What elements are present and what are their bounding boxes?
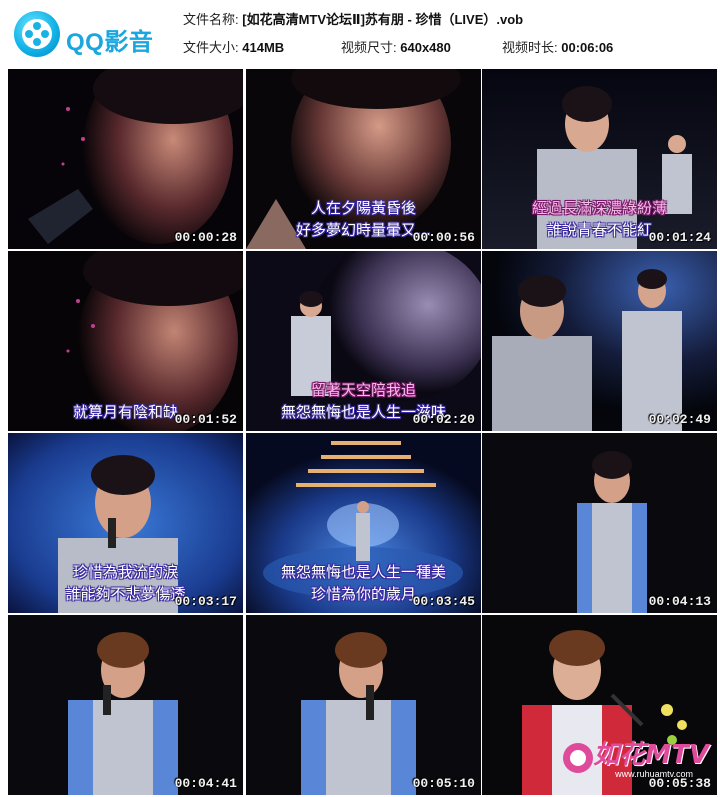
thumbnail[interactable]: 人在夕陽黃昏後 好多夢幻時量暈又… 00:00:56 — [246, 69, 481, 249]
file-name-label: 文件名称: — [183, 12, 239, 27]
thumbnail-timestamp: 00:05:38 — [648, 776, 711, 791]
thumbnail[interactable]: 00:00:28 — [8, 69, 243, 249]
thumbnail-timestamp: 00:03:17 — [174, 594, 237, 609]
thumbnail-timestamp: 00:01:52 — [174, 412, 237, 427]
app-logo-text: QQ影音 — [66, 29, 154, 56]
watermark-logo-icon — [563, 743, 593, 773]
thumbnail[interactable]: 如花MTV www.ruhuamtv.com 00:05:38 — [482, 615, 717, 795]
file-size-value: 414MB — [242, 40, 285, 55]
video-duration-label: 视频时长: — [502, 40, 558, 55]
subtitle-line: 經過長滿深濃綠紛薄 — [531, 199, 667, 217]
qq-player-logo-icon — [14, 11, 60, 57]
file-name-row: 文件名称: [如花高清MTV论坛Ⅱ]苏有朋 - 珍惜（LIVE）.vob — [183, 9, 523, 28]
video-dimensions-value: 640x480 — [400, 40, 451, 55]
subtitle-line: 人在夕陽黃昏後 — [310, 199, 416, 217]
thumbnail-timestamp: 00:02:20 — [412, 412, 475, 427]
video-duration-value: 00:06:06 — [561, 40, 614, 55]
subtitle-line: 無怨無悔也是人生一種美 — [280, 563, 446, 581]
thumbnail[interactable]: 經過長滿深濃綠紛薄 誰說青春不能紅 00:01:24 — [482, 69, 717, 249]
thumbnail-timestamp: 00:04:13 — [648, 594, 711, 609]
thumbnail[interactable]: 珍惜為我流的淚 誰能夠不悲夢傷透 00:03:17 — [8, 433, 243, 613]
thumbnail[interactable]: 00:04:13 — [482, 433, 717, 613]
thumbnail-timestamp: 00:00:56 — [412, 230, 475, 245]
file-size-row: 文件大小: 414MB — [183, 37, 284, 56]
thumbnail[interactable]: 就算月有陰和缺 00:01:52 — [8, 251, 243, 431]
thumbnail-timestamp: 00:00:28 — [174, 230, 237, 245]
thumbnail-timestamp: 00:05:10 — [412, 776, 475, 791]
header: QQ影音 文件名称: [如花高清MTV论坛Ⅱ]苏有朋 - 珍惜（LIVE）.vo… — [0, 0, 720, 66]
subtitle-line: 珍惜為我流的淚 — [72, 563, 178, 581]
file-name-value: [如花高清MTV论坛Ⅱ]苏有朋 - 珍惜（LIVE）.vob — [242, 12, 524, 27]
watermark-text: 如花MTV — [593, 740, 709, 770]
thumbnail-grid: 00:00:28 人在夕陽黃昏後 好多夢幻時量暈又… 00:00:56 經過長滿… — [5, 66, 717, 795]
video-dimensions-label: 视频尺寸: — [341, 40, 397, 55]
thumbnail-timestamp: 00:02:49 — [648, 412, 711, 427]
thumbnail-timestamp: 00:04:41 — [174, 776, 237, 791]
thumbnail-timestamp: 00:01:24 — [648, 230, 711, 245]
thumbnail[interactable]: 留著天空陪我追 無怨無悔也是人生一滋味 00:02:20 — [246, 251, 481, 431]
video-duration-row: 视频时长: 00:06:06 — [502, 37, 613, 56]
thumbnail[interactable]: 00:05:10 — [246, 615, 481, 795]
video-dimensions-row: 视频尺寸: 640x480 — [341, 37, 451, 56]
file-size-label: 文件大小: — [183, 40, 239, 55]
thumbnail[interactable]: 00:04:41 — [8, 615, 243, 795]
thumbnail-timestamp: 00:03:45 — [412, 594, 475, 609]
thumbnail[interactable]: 無怨無悔也是人生一種美 珍惜為你的歲月 00:03:45 — [246, 433, 481, 613]
thumbnail[interactable]: 00:02:49 — [482, 251, 717, 431]
subtitle-line: 留著天空陪我追 — [310, 381, 416, 399]
